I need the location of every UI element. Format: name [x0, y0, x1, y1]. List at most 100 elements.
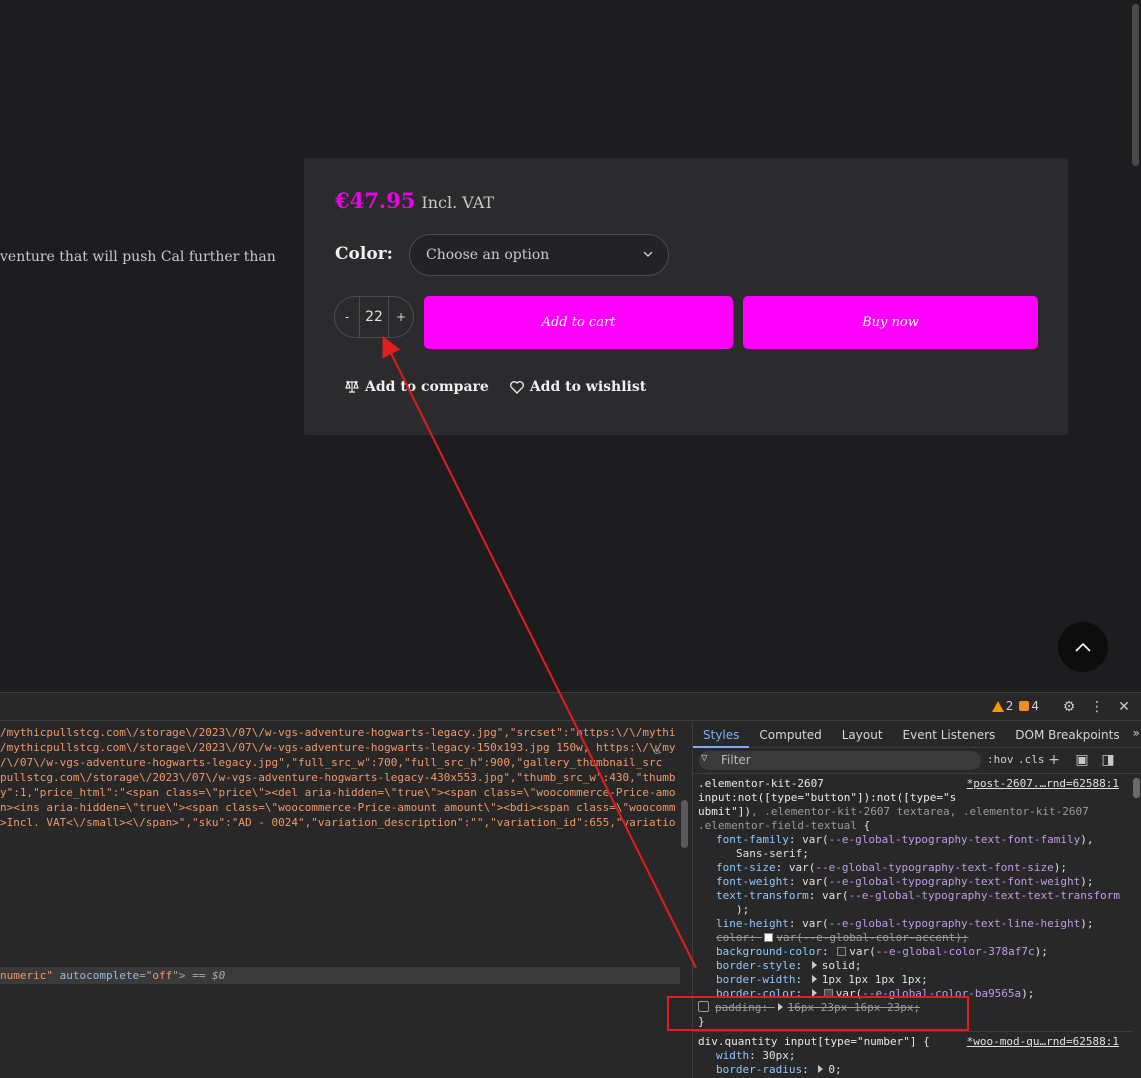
attr-eq: ="	[139, 969, 153, 982]
buy-now-button[interactable]: Buy now	[743, 296, 1038, 349]
source-line: /mythicpullstcg.com\/storage\/2023\/07\/…	[0, 726, 675, 739]
styles-filter-bar: Filter ▽ :hov .cls + ▣ ◨	[693, 748, 1141, 774]
declaration-background-color[interactable]: background-color: var(--e-global-color-3…	[716, 945, 1048, 959]
new-rule-icon[interactable]: +	[1045, 751, 1063, 769]
styles-filter-input[interactable]: Filter	[699, 751, 981, 770]
add-to-wishlist-link[interactable]: Add to wishlist	[509, 379, 646, 395]
rule-source-link[interactable]: *woo-mod-qu…rnd=62588:1	[967, 1035, 1119, 1048]
declaration-border-style[interactable]: border-style: solid;	[716, 959, 861, 973]
paint-icon[interactable]: ▣	[1073, 751, 1091, 769]
color-swatch[interactable]	[837, 947, 847, 956]
declaration-color-overridden[interactable]: color: var(--e-global-color-accent);	[716, 931, 968, 945]
declaration-border-radius[interactable]: border-radius: 0;	[716, 1063, 842, 1077]
declaration-text-transform[interactable]: text-transform: var(--e-global-typograph…	[716, 889, 1120, 903]
warning-badge[interactable]: 2	[991, 699, 1014, 713]
attr-value: off	[152, 969, 173, 982]
product-page: venture that will push Cal further than …	[0, 0, 1141, 692]
compare-icon	[345, 380, 359, 393]
price-row: €47.95 Incl. VAT	[335, 188, 494, 213]
rule-selector: .elementor-field-textual {	[698, 819, 871, 832]
accessibility-icon[interactable]: ♿	[652, 743, 666, 757]
expand-icon[interactable]	[818, 1065, 824, 1073]
declaration-font-family-cont: Sans-serif;	[736, 847, 809, 860]
hov-toggle[interactable]: :hov	[987, 753, 1014, 766]
more-options-icon[interactable]: ⋮	[1087, 697, 1107, 717]
devtools-toolbar: 2 4 ⚙ ⋮ ✕	[0, 693, 1141, 721]
styles-tabs: Styles Computed Layout Event Listeners D…	[693, 722, 1141, 748]
rule-selector: input:not([type="button"]):not([type="s	[698, 791, 957, 804]
tab-styles[interactable]: Styles	[693, 722, 750, 748]
eq-sign: ==	[192, 969, 206, 982]
add-to-wishlist-label: Add to wishlist	[529, 379, 647, 395]
add-to-compare-label: Add to compare	[365, 379, 489, 395]
tag-close: ">	[172, 969, 186, 982]
source-line: y":1,"price_html":"<span class=\"price\"…	[0, 786, 675, 799]
product-price: €47.95	[335, 188, 416, 213]
product-purchase-card: €47.95 Incl. VAT Color: Choose an option…	[304, 158, 1068, 435]
annotation-highlight-box	[667, 996, 969, 1031]
source-line: /mythicpullstcg.com\/storage\/2023\/07\/…	[0, 741, 675, 754]
settings-gear-icon[interactable]: ⚙	[1059, 697, 1079, 717]
declaration-font-size[interactable]: font-size: var(--e-global-typography-tex…	[716, 861, 1067, 875]
declaration-font-family[interactable]: font-family: var(--e-global-typography-t…	[716, 833, 1094, 847]
color-select-value: Choose an option	[426, 247, 550, 263]
add-to-compare-link[interactable]: Add to compare	[344, 379, 489, 395]
devtools-panel: 2 4 ⚙ ⋮ ✕ /mythicpullstcg.com\/storage\/…	[0, 692, 1141, 1078]
chevron-up-icon	[1075, 642, 1091, 652]
elements-scrollbar-thumb[interactable]	[681, 800, 688, 848]
attr-tail: numeric"	[0, 969, 53, 982]
declaration-text-transform-cont: );	[736, 903, 750, 916]
rule-divider	[693, 1031, 1133, 1032]
tab-layout[interactable]: Layout	[832, 722, 893, 748]
warning-count: 2	[1005, 699, 1014, 713]
add-to-cart-button[interactable]: Add to cart	[424, 296, 733, 349]
more-tabs-icon[interactable]: »	[1133, 726, 1140, 740]
warning-icon	[991, 700, 1004, 712]
product-description: venture that will push Cal further than	[0, 249, 276, 265]
declaration-line-height[interactable]: line-height: var(--e-global-typography-t…	[716, 917, 1094, 931]
rule-selector: div.quantity input[type="number"] {	[698, 1035, 930, 1048]
color-label: Color:	[335, 244, 393, 264]
rule-selector: ubmit"]), .elementor-kit-2607 textarea, …	[698, 805, 1089, 818]
scroll-to-top-button[interactable]	[1058, 622, 1108, 672]
quantity-stepper: - 22 +	[334, 296, 414, 338]
declaration-border-width[interactable]: border-width: 1px 1px 1px 1px;	[716, 973, 928, 987]
close-icon[interactable]: ✕	[1114, 697, 1134, 717]
tab-event-listeners[interactable]: Event Listeners	[893, 722, 1006, 748]
tab-dom-breakpoints[interactable]: DOM Breakpoints	[1005, 722, 1129, 748]
expand-icon[interactable]	[811, 975, 817, 983]
qty-minus-button[interactable]: -	[335, 310, 359, 324]
product-links: Add to compare Add to wishlist	[344, 379, 646, 395]
declaration-font-weight[interactable]: font-weight: var(--e-global-typography-t…	[716, 875, 1094, 889]
filter-icon: ▽	[701, 751, 708, 764]
source-line: >Incl. VAT<\/small><\/span>","sku":"AD -…	[0, 816, 675, 829]
elements-panel: /mythicpullstcg.com\/storage\/2023\/07\/…	[0, 722, 690, 1078]
rule-source-link[interactable]: *post-2607.…rnd=62588:1	[967, 777, 1119, 790]
color-swatch[interactable]	[764, 933, 774, 942]
expand-icon[interactable]	[811, 961, 817, 969]
toggle-sidebar-icon[interactable]: ◨	[1099, 751, 1117, 769]
styles-scrollbar-thumb[interactable]	[1133, 778, 1140, 798]
color-select[interactable]: Choose an option	[409, 234, 669, 276]
console-var: $0	[211, 969, 226, 982]
issues-badge[interactable]: 4	[1019, 699, 1039, 713]
qty-plus-button[interactable]: +	[389, 310, 413, 324]
declaration-width[interactable]: width: 30px;	[716, 1049, 796, 1063]
chevron-down-icon	[643, 251, 653, 257]
source-line: n><ins aria-hidden=\"true\"><span class=…	[0, 801, 675, 814]
source-line: pullstcg.com\/storage\/2023\/07\/w-vgs-a…	[0, 771, 675, 784]
issue-count: 4	[1031, 699, 1039, 713]
vat-label: Incl. VAT	[421, 193, 495, 212]
page-scrollbar[interactable]	[1130, 0, 1141, 692]
qty-input[interactable]: 22	[359, 296, 389, 338]
selected-dom-node[interactable]: numeric" autocomplete="off"> == $0	[0, 967, 680, 984]
source-line: /\/07\/w-vgs-adventure-hogwarts-legacy.j…	[0, 756, 663, 769]
attr-name: autocomplete	[59, 969, 140, 982]
page-scrollbar-thumb[interactable]	[1132, 4, 1139, 166]
cls-toggle[interactable]: .cls	[1018, 753, 1045, 766]
issues-icon	[1019, 701, 1030, 711]
rule-selector: .elementor-kit-2607	[698, 777, 824, 790]
tab-computed[interactable]: Computed	[749, 722, 831, 748]
devtools-issue-badges[interactable]: 2 4	[991, 699, 1039, 713]
style-rules: .elementor-kit-2607 *post-2607.…rnd=6258…	[693, 775, 1133, 1078]
